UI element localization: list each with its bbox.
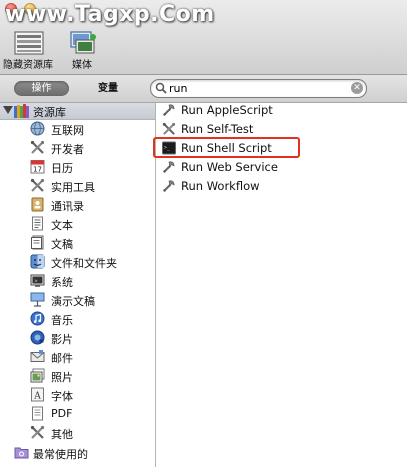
sidebar-item-label: 邮件 <box>51 352 73 365</box>
sidebar-item-label: 系统 <box>51 276 73 289</box>
svg-text:A: A <box>33 392 41 402</box>
tools-icon <box>30 178 45 193</box>
sidebar-item[interactable]: 文本 <box>30 215 155 234</box>
filter-bar: 操作 变量 ✕ <box>0 75 407 103</box>
hide-library-label: 隐藏资源库 <box>3 60 53 71</box>
sidebar-item[interactable]: 邮件 <box>30 348 155 367</box>
watermark-text: www.Tagxp.Com <box>5 2 215 27</box>
sidebar-item[interactable]: 互联网 <box>30 120 155 139</box>
sidebar-item[interactable]: 音乐 <box>30 310 155 329</box>
sidebar-item-label: 演示文稿 <box>51 295 95 308</box>
system-icon: >_ <box>30 273 45 288</box>
variables-tab[interactable]: 变量 <box>98 81 118 96</box>
media-button[interactable] <box>66 28 102 58</box>
tools-icon <box>30 140 45 155</box>
address-book-icon <box>30 197 45 212</box>
search-field[interactable]: ✕ <box>150 79 367 98</box>
script-icon <box>162 160 176 174</box>
sidebar-item[interactable]: 影片 <box>30 329 155 348</box>
library-header[interactable]: 资源库 <box>0 103 155 120</box>
sidebar-item-label: 音乐 <box>51 314 73 327</box>
sidebar-item[interactable]: 开发者 <box>30 139 155 158</box>
sidebar-item[interactable]: 通讯录 <box>30 196 155 215</box>
media-icon <box>70 31 96 54</box>
sidebar-item[interactable]: 照片 <box>30 367 155 386</box>
sidebar-item[interactable]: 文稿 <box>30 234 155 253</box>
library-header-label: 资源库 <box>33 106 66 119</box>
sidebar-item[interactable]: 文件和文件夹 <box>30 253 155 272</box>
action-list-item[interactable]: Run Workflow <box>160 177 400 196</box>
media-label: 媒体 <box>72 60 92 71</box>
highlight-annotation <box>153 137 300 158</box>
sidebar-item-label: 其他 <box>51 428 73 441</box>
script-icon <box>162 179 176 193</box>
sidebar-item-label: 字体 <box>51 390 73 403</box>
smart-folder-icon <box>14 445 29 460</box>
photo-icon <box>30 368 45 383</box>
tools-icon <box>30 425 45 440</box>
sidebar-item-label: 文件和文件夹 <box>51 257 117 270</box>
presentation-icon <box>30 292 45 307</box>
sidebar-item-label: 实用工具 <box>51 181 95 194</box>
movie-icon <box>30 330 45 345</box>
sidebar-item-label: 文稿 <box>51 238 73 251</box>
window-toolbar: www.Tagxp.Com 隐藏资源库 媒体 <box>0 0 407 75</box>
sidebar-item-label: 照片 <box>51 371 73 384</box>
text-icon <box>30 216 45 231</box>
sidebar-item-label: 通讯录 <box>51 200 84 213</box>
hide-library-button[interactable] <box>0 28 58 58</box>
sidebar-item[interactable]: PDF <box>30 405 155 424</box>
library-panel-icon <box>14 31 44 55</box>
mail-icon <box>30 349 45 364</box>
action-label: Run Web Service <box>181 160 278 174</box>
sidebar-item-label: 开发者 <box>51 143 84 156</box>
sidebar-item[interactable]: A 字体 <box>30 386 155 405</box>
action-label: Run AppleScript <box>181 103 273 117</box>
music-icon <box>30 311 45 326</box>
calendar-icon: 17 <box>30 159 45 174</box>
sidebar-item-favorite[interactable]: 最常使用的 <box>14 444 155 463</box>
sidebar-item[interactable]: >_ 系统 <box>30 272 155 291</box>
action-label: Run Self-Test <box>181 122 254 136</box>
font-icon: A <box>30 387 45 402</box>
sidebar-item-label: PDF <box>51 407 73 420</box>
sidebar-item[interactable]: 其他 <box>30 424 155 443</box>
sidebar-item-label: 最常使用的 <box>33 448 88 461</box>
svg-text:>_: >_ <box>34 278 41 284</box>
sidebar-item[interactable]: 实用工具 <box>30 177 155 196</box>
tools-icon <box>162 122 176 136</box>
script-icon <box>162 103 176 117</box>
sidebar-item-label: 日历 <box>51 162 73 175</box>
globe-icon <box>30 121 45 136</box>
sidebar-item-label: 文本 <box>51 219 73 232</box>
action-list-item[interactable]: Run AppleScript <box>160 101 400 120</box>
sidebar-item[interactable]: 演示文稿 <box>30 291 155 310</box>
library-pane: 资源库 互联网开发者 17 日历实用工具通讯录文本文稿文件和文件夹 >_ 系统演示文稿音… <box>0 103 156 467</box>
actions-tab[interactable]: 操作 <box>14 81 69 96</box>
clear-search-icon[interactable]: ✕ <box>351 82 363 94</box>
action-list-item[interactable]: Run Web Service <box>160 158 400 177</box>
action-label: Run Workflow <box>181 179 260 193</box>
sidebar-item-label: 影片 <box>51 333 73 346</box>
sidebar-item-label: 互联网 <box>51 124 84 137</box>
search-icon <box>155 82 167 94</box>
search-input[interactable] <box>169 81 344 95</box>
sidebar-item[interactable]: 17 日历 <box>30 158 155 177</box>
finder-icon <box>30 254 45 269</box>
svg-text:17: 17 <box>33 166 42 174</box>
library-books-icon <box>14 104 29 118</box>
document-icon <box>30 235 45 250</box>
pdf-icon <box>30 406 45 421</box>
disclosure-triangle-icon[interactable] <box>3 106 13 114</box>
